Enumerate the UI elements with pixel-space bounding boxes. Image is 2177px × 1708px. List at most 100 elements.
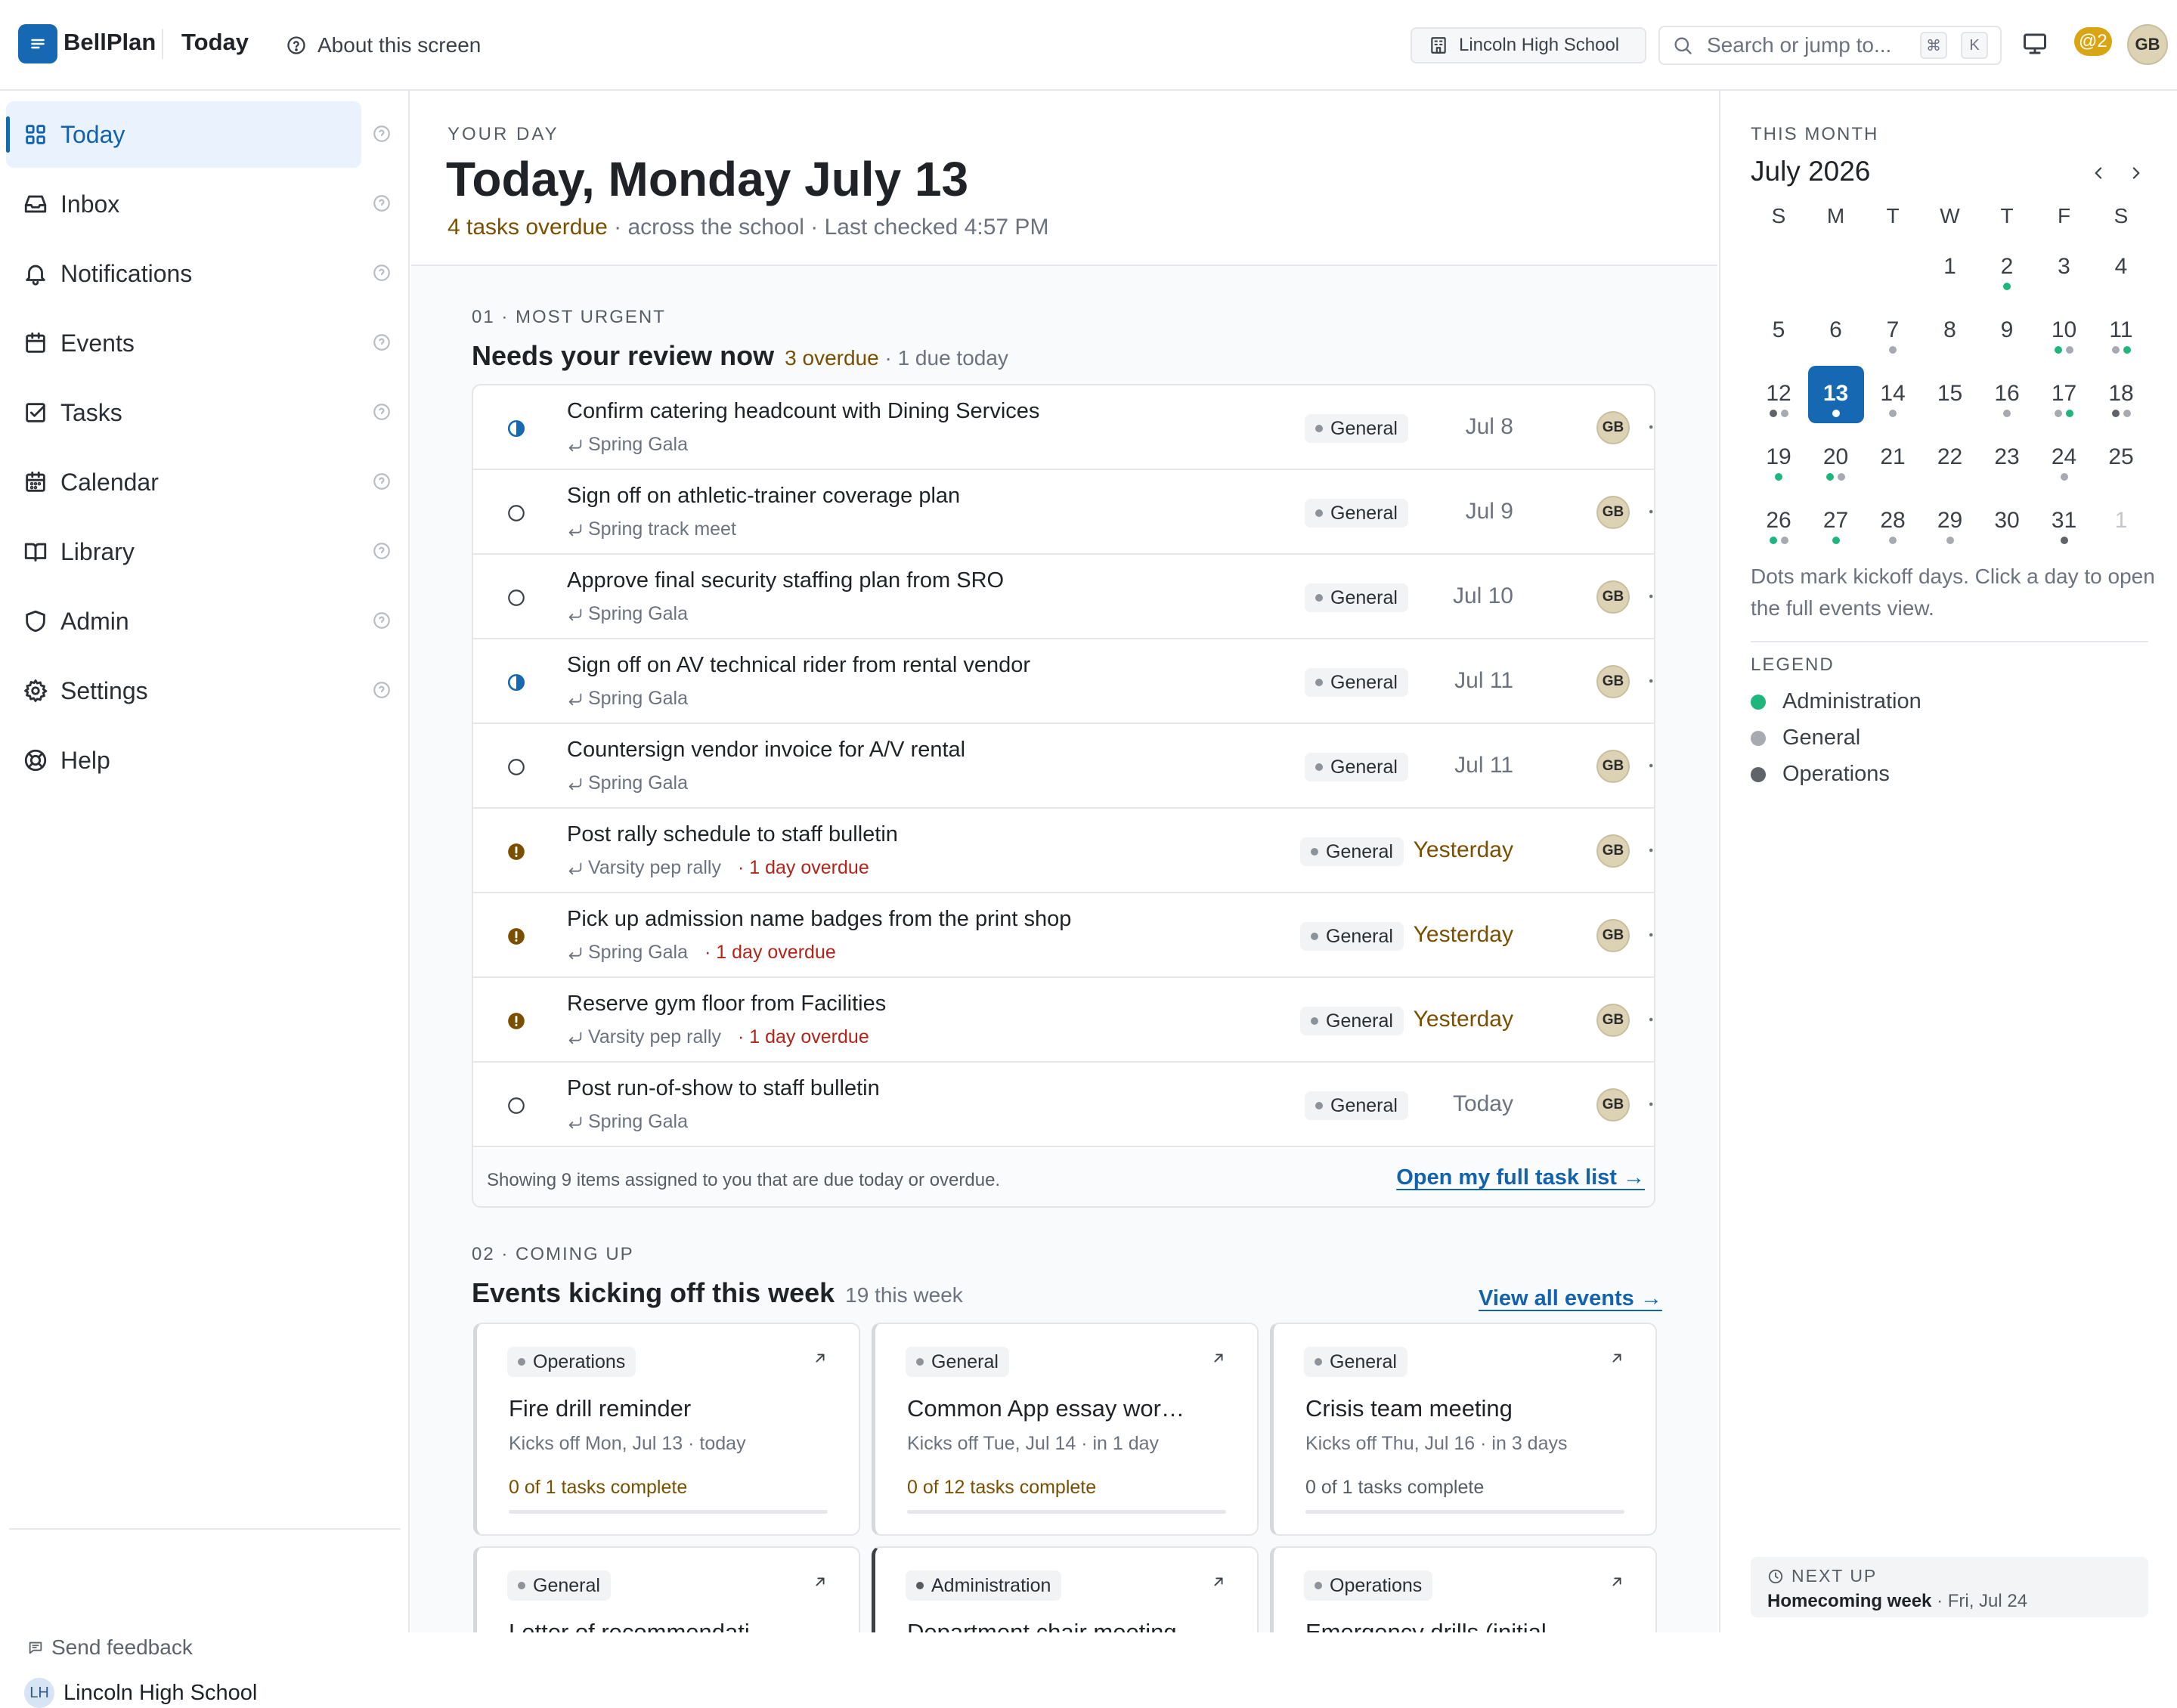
arrow-up-right-icon[interactable] bbox=[1609, 1350, 1625, 1366]
sidebar-item-notifications[interactable]: Notifications bbox=[6, 240, 361, 307]
task-row[interactable]: Reserve gym floor from Facilities Varsity… bbox=[473, 978, 1654, 1063]
calendar-day[interactable]: 20 bbox=[1808, 429, 1864, 487]
calendar-day[interactable]: 1 bbox=[2093, 493, 2149, 550]
calendar-day[interactable]: 26 bbox=[1751, 493, 1807, 550]
calendar-day[interactable]: 2 bbox=[1979, 239, 2035, 296]
chevron-right-icon[interactable] bbox=[2126, 163, 2145, 183]
calendar-day[interactable]: 29 bbox=[1922, 493, 1978, 550]
calendar-day[interactable]: 25 bbox=[2093, 429, 2149, 487]
more-icon[interactable] bbox=[1646, 1093, 1654, 1115]
overdue-count[interactable]: 4 tasks overdue bbox=[447, 215, 608, 240]
assignee-avatar[interactable]: GB bbox=[1596, 834, 1630, 868]
task-row[interactable]: Sign off on AV technical rider from rent… bbox=[473, 639, 1654, 724]
event-card[interactable]: Operations Emergency drills (initial… bbox=[1270, 1546, 1657, 1632]
more-icon[interactable] bbox=[1646, 500, 1654, 523]
open-full-task-list-link[interactable]: Open my full task list → bbox=[1396, 1165, 1645, 1190]
in-progress-icon[interactable] bbox=[506, 673, 526, 692]
arrow-up-right-icon[interactable] bbox=[1609, 1573, 1625, 1590]
calendar-day[interactable]: 16 bbox=[1979, 366, 2035, 423]
about-screen-button[interactable]: About this screen bbox=[286, 33, 481, 57]
calendar-day[interactable]: 31 bbox=[2036, 493, 2092, 550]
more-icon[interactable] bbox=[1646, 924, 1654, 946]
calendar-day[interactable]: 11 bbox=[2093, 302, 2149, 360]
calendar-day[interactable]: 8 bbox=[1922, 302, 1978, 360]
event-card[interactable]: Administration Department chair meeting bbox=[872, 1546, 1259, 1632]
calendar-day[interactable]: 15 bbox=[1922, 366, 1978, 423]
more-icon[interactable] bbox=[1646, 754, 1654, 777]
calendar-day[interactable]: 18 bbox=[2093, 366, 2149, 423]
calendar-day[interactable]: 4 bbox=[2093, 239, 2149, 296]
calendar-day[interactable]: 9 bbox=[1979, 302, 2035, 360]
monitor-icon[interactable] bbox=[2021, 30, 2048, 57]
assignee-avatar[interactable]: GB bbox=[1596, 750, 1630, 783]
calendar-day[interactable]: 27 bbox=[1808, 493, 1864, 550]
task-row[interactable]: Countersign vendor invoice for A/V renta… bbox=[473, 724, 1654, 809]
sidebar-item-events[interactable]: Events bbox=[6, 310, 361, 376]
help-circle-icon[interactable] bbox=[372, 263, 392, 283]
search-input[interactable]: Search or jump to... ⌘ K bbox=[1658, 26, 2002, 65]
open-circle-icon[interactable] bbox=[506, 1096, 526, 1115]
open-circle-icon[interactable] bbox=[506, 757, 526, 777]
help-circle-icon[interactable] bbox=[372, 124, 392, 144]
sidebar-item-calendar[interactable]: Calendar bbox=[6, 449, 361, 515]
arrow-up-right-icon[interactable] bbox=[812, 1350, 828, 1366]
calendar-day[interactable]: 19 bbox=[1751, 429, 1807, 487]
sidebar-item-library[interactable]: Library bbox=[6, 518, 361, 585]
assignee-avatar[interactable]: GB bbox=[1596, 580, 1630, 614]
workspace-switcher[interactable]: LH Lincoln High School bbox=[24, 1678, 257, 1708]
more-icon[interactable] bbox=[1646, 585, 1654, 608]
event-card[interactable]: General Letter of recommendati… bbox=[473, 1546, 860, 1632]
help-circle-icon[interactable] bbox=[372, 680, 392, 700]
calendar-day[interactable]: 5 bbox=[1751, 302, 1807, 360]
assignee-avatar[interactable]: GB bbox=[1596, 496, 1630, 529]
calendar-day[interactable]: 1 bbox=[1922, 239, 1978, 296]
task-row[interactable]: Post run-of-show to staff bulletin Spring… bbox=[473, 1063, 1654, 1147]
calendar-day[interactable]: 7 bbox=[1865, 302, 1921, 360]
calendar-day[interactable]: 13 bbox=[1807, 366, 1864, 423]
event-card[interactable]: General Common App essay wor… Kicks off Tu… bbox=[872, 1323, 1259, 1536]
sidebar-item-inbox[interactable]: Inbox bbox=[6, 171, 361, 237]
calendar-day[interactable]: 24 bbox=[2036, 429, 2092, 487]
more-icon[interactable] bbox=[1646, 839, 1654, 862]
sidebar-item-today[interactable]: Today bbox=[6, 101, 361, 168]
alert-icon[interactable] bbox=[506, 842, 526, 862]
open-circle-icon[interactable] bbox=[506, 503, 526, 523]
sidebar-item-admin[interactable]: Admin bbox=[6, 588, 361, 654]
task-row[interactable]: Sign off on athletic-trainer coverage pl… bbox=[473, 470, 1654, 555]
help-circle-icon[interactable] bbox=[372, 402, 392, 422]
event-card[interactable]: General Crisis team meeting Kicks off Thu,… bbox=[1270, 1323, 1657, 1536]
send-feedback-button[interactable]: Send feedback bbox=[27, 1635, 193, 1660]
sidebar-item-tasks[interactable]: Tasks bbox=[6, 379, 361, 446]
calendar-day[interactable]: 23 bbox=[1979, 429, 2035, 487]
calendar-day[interactable]: 21 bbox=[1865, 429, 1921, 487]
sidebar-item-help[interactable]: Help bbox=[6, 727, 361, 794]
task-row[interactable]: Pick up admission name badges from the p… bbox=[473, 893, 1654, 978]
calendar-day[interactable]: 3 bbox=[2036, 239, 2092, 296]
task-row[interactable]: Approve final security staffing plan fro… bbox=[473, 555, 1654, 639]
help-circle-icon[interactable] bbox=[372, 193, 392, 213]
assignee-avatar[interactable]: GB bbox=[1596, 1004, 1630, 1037]
open-circle-icon[interactable] bbox=[506, 588, 526, 608]
arrow-up-right-icon[interactable] bbox=[1210, 1573, 1227, 1590]
assignee-avatar[interactable]: GB bbox=[1596, 665, 1630, 698]
event-card[interactable]: Operations Fire drill reminder Kicks off M… bbox=[473, 1323, 860, 1536]
in-progress-icon[interactable] bbox=[506, 419, 526, 438]
more-icon[interactable] bbox=[1646, 1008, 1654, 1031]
arrow-up-right-icon[interactable] bbox=[1210, 1350, 1227, 1366]
view-all-events-link[interactable]: View all events → bbox=[1479, 1286, 1662, 1311]
calendar-day[interactable]: 22 bbox=[1922, 429, 1978, 487]
assignee-avatar[interactable]: GB bbox=[1596, 919, 1630, 952]
calendar-day[interactable]: 30 bbox=[1979, 493, 2035, 550]
app-logo-icon[interactable] bbox=[18, 24, 57, 63]
calendar-day[interactable]: 10 bbox=[2036, 302, 2092, 360]
chevron-left-icon[interactable] bbox=[2089, 163, 2109, 183]
arrow-up-right-icon[interactable] bbox=[812, 1573, 828, 1590]
calendar-day[interactable]: 6 bbox=[1808, 302, 1864, 360]
mentions-badge[interactable]: @2 bbox=[2074, 27, 2112, 56]
next-up-card[interactable]: NEXT UP Homecoming week · Fri, Jul 24 bbox=[1751, 1557, 2148, 1617]
more-icon[interactable] bbox=[1646, 670, 1654, 692]
task-row[interactable]: Post rally schedule to staff bulletin Var… bbox=[473, 809, 1654, 893]
sidebar-item-settings[interactable]: Settings bbox=[6, 658, 361, 724]
alert-icon[interactable] bbox=[506, 1011, 526, 1031]
assignee-avatar[interactable]: GB bbox=[1596, 411, 1630, 444]
